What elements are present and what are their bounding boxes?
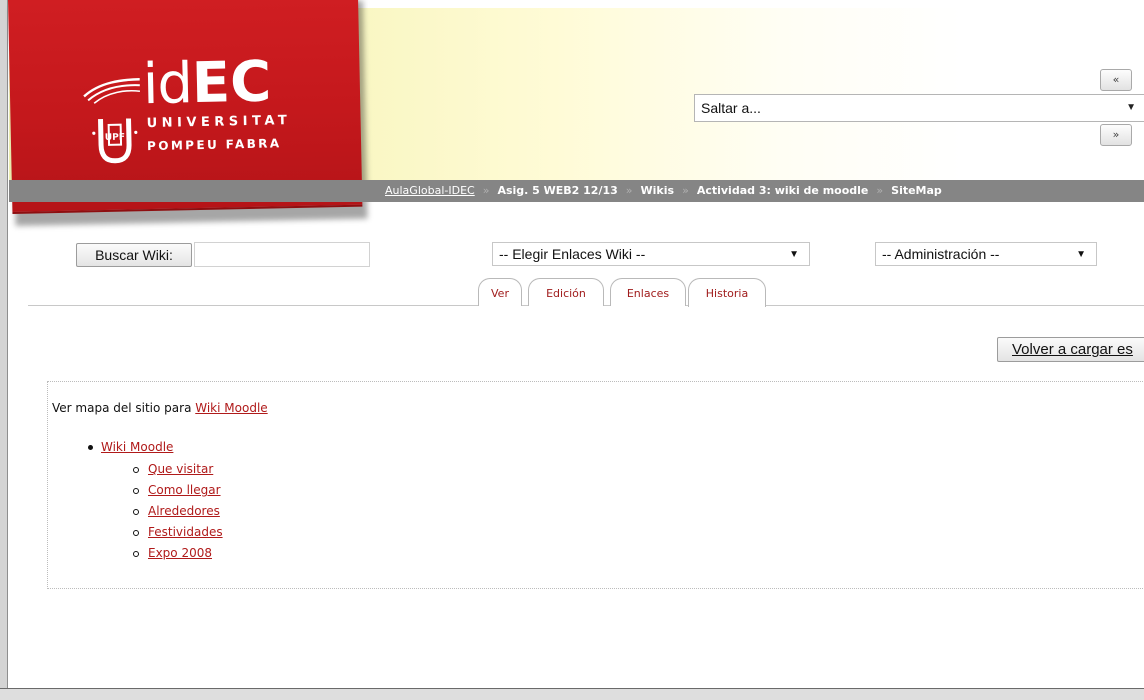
logo-wordmark: idEC [142,49,272,118]
chevron-down-icon: ▼ [1126,102,1136,113]
tab-historia[interactable]: Historia [688,278,766,307]
circle-bullet-icon [133,466,139,473]
list-item: Alrededores [133,501,223,522]
sitemap-link-alrededores[interactable]: Alrededores [148,504,220,518]
jump-to-select[interactable]: Saltar a... ▼ [694,94,1144,122]
breadcrumb-item-course[interactable]: Asig. 5 WEB2 12/13 [497,184,617,197]
jump-next-button[interactable]: » [1100,124,1132,146]
breadcrumb-separator: » [625,184,633,197]
breadcrumb-separator: » [876,184,884,197]
reload-button[interactable]: Volver a cargar es [997,337,1144,362]
window-left-border [0,0,8,700]
breadcrumb: AulaGlobal-IDEC » Asig. 5 WEB2 12/13 » Wikis… [9,180,1144,202]
bullet-icon [88,445,93,450]
sitemap-root-item: Wiki Moodle [88,440,173,454]
wiki-links-select[interactable]: -- Elegir Enlaces Wiki -- ▼ [492,242,810,266]
tab-ver[interactable]: Ver [478,278,522,306]
circle-bullet-icon [133,529,139,536]
window-bottom-edge [0,688,1144,700]
swoosh-icon [83,78,141,104]
circle-bullet-icon [133,487,139,494]
wiki-links-select-value: -- Elegir Enlaces Wiki -- [499,246,646,262]
sitemap-link-expo-2008[interactable]: Expo 2008 [148,546,212,560]
list-item: Expo 2008 [133,543,223,564]
logo-wordmark-light: id [142,51,193,118]
logo-wordmark-heavy: EC [191,49,272,117]
logo-pompeu-fabra: POMPEU FABRA [146,136,282,154]
breadcrumb-item-wikis[interactable]: Wikis [641,184,675,197]
breadcrumb-item-aulaglobal[interactable]: AulaGlobal-IDEC [385,184,475,197]
list-item: Que visitar [133,459,223,480]
sitemap-root-link[interactable]: Wiki Moodle [101,440,173,454]
sitemap-link-festividades[interactable]: Festividades [148,525,223,539]
sitemap-child-list: Que visitar Como llegar Alrededores Fest… [133,459,223,564]
chevron-down-icon: ▼ [789,249,799,260]
sitemap-link-que-visitar[interactable]: Que visitar [148,462,213,476]
administration-select-value: -- Administración -- [882,246,1000,262]
sitemap-link-como-llegar[interactable]: Como llegar [148,483,221,497]
administration-select[interactable]: -- Administración -- ▼ [875,242,1097,266]
jump-prev-button[interactable]: « [1100,69,1132,91]
list-item: Como llegar [133,480,223,501]
upf-seal-icon: UPF [92,118,138,164]
tab-edicion[interactable]: Edición [528,278,604,306]
sitemap-intro-link[interactable]: Wiki Moodle [195,401,267,415]
circle-bullet-icon [133,550,139,557]
sitemap-intro: Ver mapa del sitio para Wiki Moodle [52,401,268,415]
jump-to-select-value: Saltar a... [701,100,761,116]
search-wiki-button[interactable]: Buscar Wiki: [76,243,192,267]
circle-bullet-icon [133,508,139,515]
breadcrumb-separator: » [482,184,490,197]
breadcrumb-item-activity[interactable]: Actividad 3: wiki de moodle [697,184,869,197]
tab-enlaces[interactable]: Enlaces [610,278,686,306]
sitemap-intro-text: Ver mapa del sitio para [52,401,196,415]
breadcrumb-separator: » [682,184,689,197]
list-item: Festividades [133,522,223,543]
breadcrumb-item-current: SiteMap [891,184,942,197]
logo-universitat: UNIVERSITAT [146,113,292,132]
upf-seal-text: UPF [105,133,125,143]
search-wiki-input[interactable] [194,242,370,267]
chevron-down-icon: ▼ [1076,249,1086,260]
